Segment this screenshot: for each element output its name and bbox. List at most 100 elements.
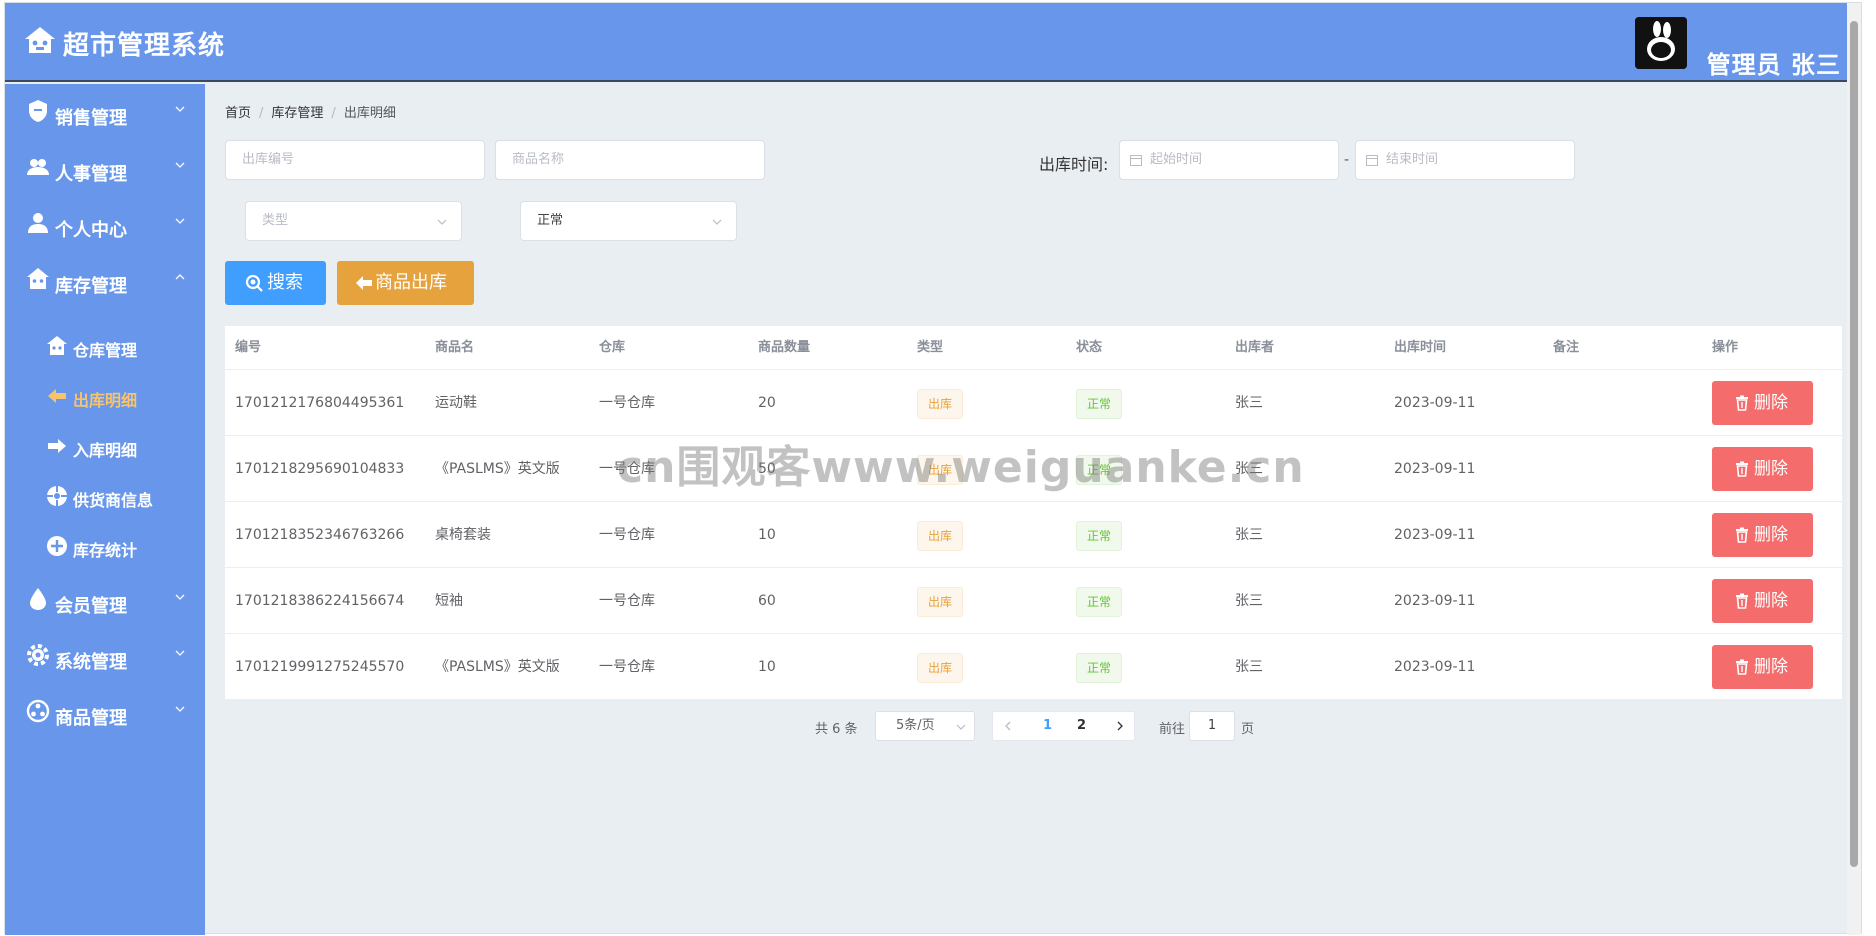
delete-button[interactable]: 删除 [1712,579,1813,623]
breadcrumb-inventory[interactable]: 库存管理 [271,106,323,121]
table-cell-operator: 张三 [1235,659,1263,675]
page-suffix: 页 [1241,722,1255,737]
chevron-down-icon [175,218,185,224]
status-tag: 正常 [1076,653,1123,683]
breadcrumb: 首页 / 库存管理 / 出库明细 [225,106,396,121]
sidebar-item-sales[interactable]: 销售管理 [5,84,205,140]
product-name-input[interactable]: 商品名称 [495,140,765,180]
time-label: 出库时间: [1039,155,1109,174]
breadcrumb-home[interactable]: 首页 [225,106,251,121]
page-number-current[interactable]: 1 [1043,718,1052,733]
column-header: 备注 [1553,340,1580,355]
watermark-text: cn围观客www.weiguanke.cn [617,442,1305,493]
status-tag: 正常 [1076,521,1123,551]
status-tag: 正常 [1076,587,1123,617]
end-time-input[interactable]: 结束时间 [1355,140,1575,180]
out-no-input[interactable]: 出库编号 [225,140,485,180]
goto-page-input[interactable]: 1 [1189,711,1235,741]
chevron-right-icon[interactable] [1115,721,1125,731]
chevron-left-icon[interactable] [1003,721,1013,731]
column-header: 编号 [235,340,262,355]
pagination: 共 6 条 5条/页 1 2 前往 1 页 [205,711,1863,741]
column-header: 仓库 [599,340,626,355]
sidebar-subitem-label: 仓库管理 [73,341,138,360]
sidebar-subitem-inbound[interactable]: 入库明细 [5,420,205,470]
chevron-down-icon [175,162,185,168]
avatar[interactable] [1635,17,1687,69]
page-size-value: 5条/页 [896,718,935,733]
sidebar-subitem-stock-stats[interactable]: 库存统计 [5,520,205,570]
sidebar-subitem-warehouse[interactable]: 仓库管理 [5,320,205,370]
sidebar-item-profile[interactable]: 个人中心 [5,196,205,252]
column-header: 状态 [1076,340,1103,355]
table-cell-operator: 张三 [1235,593,1263,609]
delete-button[interactable]: 删除 [1712,447,1813,491]
scrollbar[interactable] [1847,3,1861,935]
arrow-left-icon [356,276,372,290]
page-size-select[interactable]: 5条/页 [875,711,975,741]
page-number[interactable]: 2 [1077,718,1086,733]
type-select[interactable]: 类型 [245,201,462,241]
trash-icon [1736,395,1748,411]
table-cell-time: 2023-09-11 [1394,659,1476,675]
plus-circle-icon [47,536,67,556]
app-window: 超市管理系统 管理员 张三 销售管理 人事管理 个人中心 库存管理 仓库管理 出… [4,2,1863,935]
column-header: 出库时间 [1394,340,1447,355]
chevron-down-icon [175,594,185,600]
sidebar-item-label: 商品管理 [55,708,127,729]
table-cell-warehouse: 一号仓库 [599,593,655,609]
product-out-button[interactable]: 商品出库 [337,261,474,305]
table-cell-operator: 张三 [1235,527,1263,543]
sidebar-item-inventory[interactable]: 库存管理 [5,252,205,308]
table-cell-name: 桌椅套装 [435,527,491,543]
delete-button[interactable]: 删除 [1712,645,1813,689]
column-header: 类型 [917,340,944,355]
table-cell-id: 1701212176804495361 [235,395,405,411]
table-cell-qty: 10 [758,659,776,675]
gear-icon [27,644,49,666]
sidebar-item-product[interactable]: 商品管理 [5,684,205,740]
column-header: 商品名 [435,340,475,355]
sidebar-item-system[interactable]: 系统管理 [5,628,205,684]
chevron-up-icon [175,274,185,280]
table-cell-name: 《PASLMS》英文版 [435,659,560,675]
drop-icon [30,588,46,610]
table-cell-qty: 60 [758,593,776,609]
sidebar-subitem-supplier[interactable]: 供货商信息 [5,470,205,520]
table-cell-warehouse: 一号仓库 [599,659,655,675]
start-time-input[interactable]: 起始时间 [1119,140,1339,180]
trash-icon [1736,527,1748,543]
table-cell-time: 2023-09-11 [1394,461,1476,477]
app-title: 超市管理系统 [63,31,226,61]
arrow-left-icon [48,389,66,403]
admin-name: 管理员 张三 [1706,51,1841,79]
scrollbar-thumb[interactable] [1850,21,1858,867]
sidebar-subitem-label: 出库明细 [73,391,138,410]
chevron-down-icon [175,650,185,656]
status-select[interactable]: 正常 [520,201,737,241]
status-select-value: 正常 [537,213,564,228]
chevron-down-icon [175,706,185,712]
table-cell-qty: 20 [758,395,776,411]
delete-button[interactable]: 删除 [1712,381,1813,425]
delete-button[interactable]: 删除 [1712,513,1813,557]
warehouse-icon [47,336,67,355]
chevron-down-icon [437,219,447,225]
product-icon [26,699,50,723]
sidebar-item-label: 销售管理 [55,108,127,129]
house-icon [27,268,49,289]
sidebar-item-hr[interactable]: 人事管理 [5,140,205,196]
sidebar-subitem-outbound[interactable]: 出库明细 [5,370,205,420]
type-tag: 出库 [917,389,964,419]
table-cell-warehouse: 一号仓库 [599,395,655,411]
table-header: 编号 商品名 仓库 商品数量 类型 状态 出库者 出库时间 备注 操作 [225,326,1842,370]
sidebar-subitem-label: 入库明细 [73,441,138,460]
trash-icon [1736,593,1748,609]
sidebar-item-label: 系统管理 [55,652,127,673]
delete-button-label: 删除 [1754,459,1788,479]
table-cell-name: 运动鞋 [435,395,477,411]
delete-button-label: 删除 [1754,525,1788,545]
search-button[interactable]: 搜索 [225,261,326,305]
sidebar-item-member[interactable]: 会员管理 [5,572,205,628]
table-cell-id: 1701218352346763266 [235,527,405,543]
